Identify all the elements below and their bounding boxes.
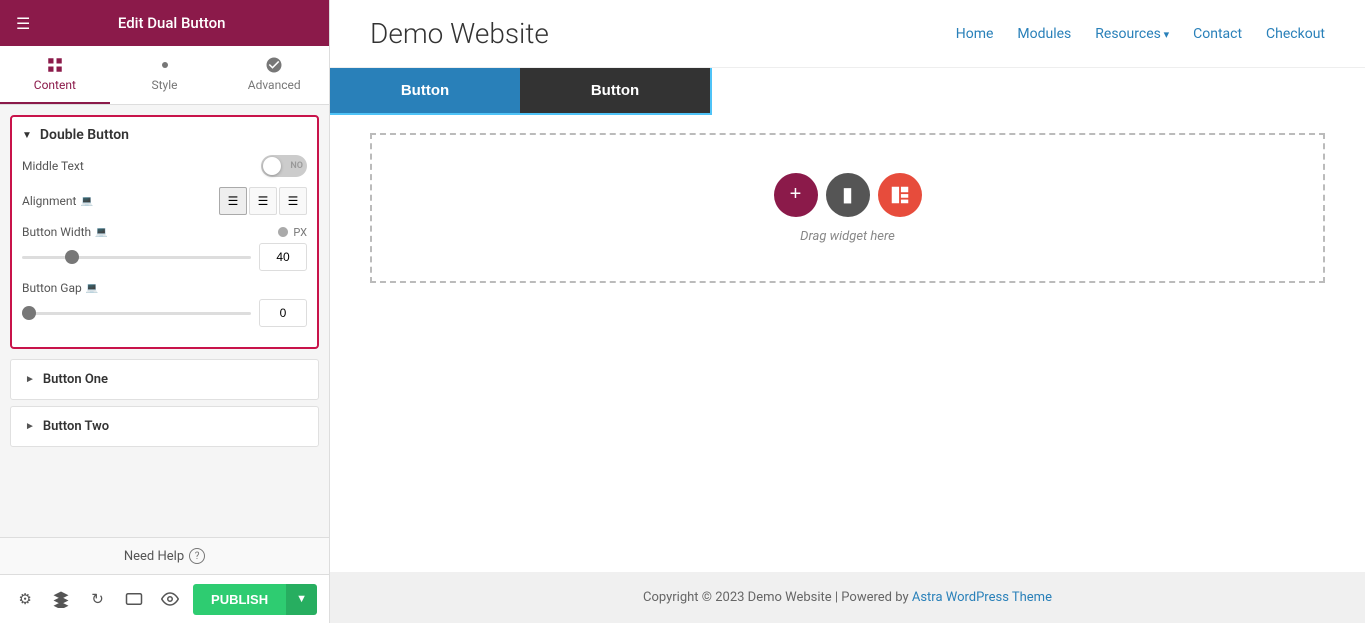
footer-text: Copyright © 2023 Demo Website | Powered …	[643, 590, 912, 605]
nav-link-checkout[interactable]: Checkout	[1266, 26, 1325, 42]
button-one-section: ► Button One	[10, 359, 319, 400]
layers-button[interactable]	[48, 583, 74, 615]
section-double-button-title: Double Button	[40, 127, 129, 143]
button-gap-label: Button Gap 💻	[22, 281, 307, 295]
drop-actions: + ▮	[774, 173, 922, 217]
button-two-header[interactable]: ► Button Two	[11, 407, 318, 446]
elementor-button[interactable]	[878, 173, 922, 217]
left-panel: ☰ Edit Dual Button ⁢⁢⁢⁢⁢⁢⁢ Content Style…	[0, 0, 330, 623]
double-button-section: ▼ Double Button Middle Text Alignment	[10, 115, 319, 349]
drop-area[interactable]: + ▮ Drag widget here	[370, 133, 1325, 283]
button-width-device-icon: 💻	[95, 227, 107, 238]
nav-link-home[interactable]: Home	[956, 26, 994, 42]
nav-links: Home Modules Resources Contact Checkout	[956, 26, 1325, 42]
nav-link-modules[interactable]: Modules	[1017, 26, 1071, 42]
dual-buttons: Button Button	[330, 68, 710, 113]
tab-advanced[interactable]: Advanced	[219, 46, 329, 104]
button-gap-slider[interactable]	[22, 312, 251, 315]
button-gap-input[interactable]: 0	[259, 299, 307, 327]
section-double-button-header[interactable]: ▼ Double Button	[22, 127, 307, 143]
preview-button-two[interactable]: Button	[520, 68, 710, 113]
nav-logo: Demo Website	[370, 17, 956, 50]
unit-label: PX	[277, 226, 307, 239]
add-section-button[interactable]: ▮	[826, 173, 870, 217]
publish-group: PUBLISH ▼	[193, 584, 317, 615]
preview-content: Button Button ◀ + ▮ Drag widget here	[330, 68, 1365, 572]
middle-text-label: Middle Text	[22, 159, 261, 173]
right-panel: Demo Website Home Modules Resources Cont…	[330, 0, 1365, 623]
button-width-slider[interactable]	[22, 256, 251, 259]
button-gap-device-icon: 💻	[86, 283, 98, 294]
alignment-label: Alignment 💻	[22, 194, 219, 208]
button-one-label: Button One	[43, 372, 108, 387]
button-one-header[interactable]: ► Button One	[11, 360, 318, 399]
footer-link[interactable]: Astra WordPress Theme	[912, 590, 1052, 605]
nav-link-resources[interactable]: Resources	[1095, 26, 1169, 42]
preview-nav: Demo Website Home Modules Resources Cont…	[330, 0, 1365, 68]
preview-button-one[interactable]: Button	[330, 68, 520, 113]
preview-top: Button Button ◀	[330, 68, 1365, 113]
toolbar-bottom: ⚙ ↻ PUBLISH ▼	[0, 574, 329, 623]
nav-link-contact[interactable]: Contact	[1193, 26, 1242, 42]
hamburger-icon[interactable]: ☰	[16, 14, 30, 33]
middle-text-row: Middle Text	[22, 155, 307, 177]
button-two-arrow: ►	[25, 421, 35, 432]
gear-button[interactable]: ⚙	[12, 583, 38, 615]
add-widget-button[interactable]: +	[774, 173, 818, 217]
help-icon: ?	[189, 548, 205, 564]
undo-button[interactable]: ↻	[84, 583, 110, 615]
need-help-link[interactable]: Need Help ?	[124, 548, 205, 564]
tab-content[interactable]: Content	[0, 46, 110, 104]
panel-tabs: Content Style Advanced	[0, 46, 329, 105]
responsive-button[interactable]	[121, 583, 147, 615]
section-collapse-arrow: ▼	[22, 130, 32, 141]
alignment-row: Alignment 💻 ☰ ☰ ☰	[22, 187, 307, 215]
button-width-label: Button Width 💻	[22, 225, 277, 239]
button-one-arrow: ►	[25, 374, 35, 385]
help-area: Need Help ?	[0, 537, 329, 574]
panel-header: ☰ Edit Dual Button ⁢⁢⁢⁢⁢⁢⁢	[0, 0, 329, 46]
alignment-buttons: ☰ ☰ ☰	[219, 187, 307, 215]
button-width-row: Button Width 💻 PX 40	[22, 225, 307, 271]
panel-title: Edit Dual Button	[118, 14, 226, 32]
eye-button[interactable]	[157, 583, 183, 615]
publish-button[interactable]: PUBLISH	[193, 584, 286, 615]
tab-style[interactable]: Style	[110, 46, 220, 104]
button-gap-row: Button Gap 💻 0	[22, 281, 307, 327]
publish-arrow-button[interactable]: ▼	[286, 584, 317, 615]
panel-content: ▼ Double Button Middle Text Alignment	[0, 105, 329, 537]
align-left-button[interactable]: ☰	[219, 187, 247, 215]
middle-text-toggle[interactable]	[261, 155, 307, 177]
need-help-text: Need Help	[124, 549, 184, 564]
align-center-button[interactable]: ☰	[249, 187, 277, 215]
button-two-label: Button Two	[43, 419, 109, 434]
button-two-section: ► Button Two	[10, 406, 319, 447]
device-icon: 💻	[80, 196, 92, 207]
button-width-input[interactable]: 40	[259, 243, 307, 271]
align-right-button[interactable]: ☰	[279, 187, 307, 215]
drop-label: Drag widget here	[800, 229, 895, 244]
preview-footer: Copyright © 2023 Demo Website | Powered …	[330, 572, 1365, 623]
